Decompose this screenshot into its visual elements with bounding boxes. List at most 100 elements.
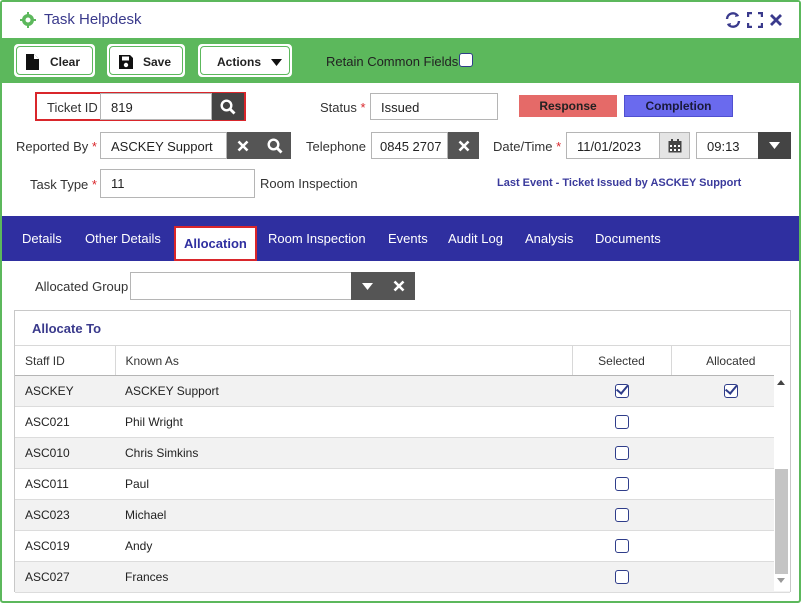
column-header-allocated[interactable]: Allocated (670, 345, 790, 376)
completion-button[interactable]: Completion (624, 95, 733, 117)
status-field[interactable]: Issued (370, 93, 498, 120)
table-row[interactable]: ASCKEY ASCKEY Support (15, 375, 790, 407)
clear-x-icon (393, 280, 405, 292)
known-as-cell: Michael (115, 499, 572, 531)
calendar-icon (668, 138, 681, 152)
selected-checkbox[interactable] (614, 477, 629, 492)
known-as-cell: Frances (115, 561, 572, 593)
allocated-group-clear-button[interactable] (383, 272, 415, 300)
save-button-label: Save (143, 55, 172, 69)
time-dropdown-button[interactable] (758, 132, 791, 159)
search-icon (266, 137, 282, 153)
tab-audit-log[interactable]: Audit Log (438, 216, 513, 261)
close-icon[interactable] (766, 10, 786, 30)
task-helpdesk-window: Task Helpdesk Clear Save Actions Retain … (0, 0, 801, 603)
staff-id-cell: ASC021 (15, 406, 115, 438)
table-row[interactable]: ASC019 Andy (15, 530, 790, 562)
tab-room-inspection[interactable]: Room Inspection (258, 216, 376, 261)
scroll-down-arrow-icon[interactable] (777, 578, 785, 583)
actions-button-label: Actions (217, 55, 262, 69)
known-as-cell: Paul (115, 468, 572, 500)
calendar-button[interactable] (659, 132, 690, 159)
refresh-icon[interactable] (723, 10, 743, 30)
actions-button[interactable]: Actions (196, 42, 294, 79)
staff-id-cell: ASC011 (15, 468, 115, 500)
reported-by-search-button[interactable] (258, 132, 291, 159)
search-icon (220, 98, 236, 114)
last-event-text: Last Event - Ticket Issued by ASCKEY Sup… (497, 177, 742, 189)
retain-common-fields-checkbox[interactable] (459, 53, 473, 67)
allocated-checkbox[interactable] (723, 384, 738, 399)
allocation-table: Staff ID Known As Selected Allocated ASC… (15, 345, 790, 593)
staff-id-cell: ASCKEY (15, 375, 115, 407)
selected-checkbox[interactable] (614, 415, 629, 430)
column-header-known-as[interactable]: Known As (114, 345, 572, 376)
caret-down-icon (361, 282, 373, 290)
status-label: Status * (320, 100, 366, 115)
app-logo-icon (20, 12, 36, 28)
tab-details[interactable]: Details (12, 216, 72, 261)
telephone-label: Telephone (306, 139, 366, 154)
tab-events[interactable]: Events (378, 216, 438, 261)
staff-id-cell: ASC023 (15, 499, 115, 531)
staff-id-cell: ASC019 (15, 530, 115, 562)
clear-button-label: Clear (50, 55, 81, 69)
save-icon (119, 55, 133, 69)
tab-documents[interactable]: Documents (585, 216, 671, 261)
save-button[interactable]: Save (105, 42, 187, 79)
scroll-up-arrow-icon[interactable] (777, 380, 785, 385)
retain-common-fields-label: Retain Common Fields (326, 54, 459, 69)
selected-checkbox[interactable] (614, 570, 629, 585)
ticket-id-input[interactable]: 819 (100, 93, 212, 120)
selected-checkbox[interactable] (614, 539, 629, 554)
tab-analysis[interactable]: Analysis (515, 216, 583, 261)
ticket-search-button[interactable] (212, 93, 244, 120)
table-row[interactable]: ASC027 Frances (15, 561, 790, 593)
tab-bar: Details Other Details Allocation Room In… (2, 216, 799, 261)
allocate-to-title: Allocate To (32, 321, 102, 336)
known-as-cell: Andy (115, 530, 572, 562)
date-input[interactable]: 11/01/2023 (566, 132, 660, 159)
task-type-description: Room Inspection (260, 176, 358, 191)
table-header-row: Staff ID Known As Selected Allocated (15, 345, 790, 376)
clear-button[interactable]: Clear (12, 42, 97, 79)
reported-by-clear-button[interactable] (227, 132, 258, 159)
response-button[interactable]: Response (519, 95, 617, 117)
known-as-cell: ASCKEY Support (115, 375, 572, 407)
table-row[interactable]: ASC010 Chris Simkins (15, 437, 790, 469)
table-row[interactable]: ASC021 Phil Wright (15, 406, 790, 438)
tab-allocation[interactable]: Allocation (174, 226, 257, 261)
clear-x-icon (458, 140, 469, 151)
task-type-input[interactable]: 11 (100, 169, 255, 198)
caret-down-icon (271, 59, 282, 66)
telephone-input[interactable]: 0845 2707 (371, 132, 448, 159)
selected-checkbox[interactable] (614, 446, 629, 461)
telephone-clear-button[interactable] (448, 132, 479, 159)
toolbar: Clear Save Actions Retain Common Fields (2, 38, 799, 83)
known-as-cell: Phil Wright (115, 406, 572, 438)
title-bar: Task Helpdesk (2, 2, 799, 38)
window-title: Task Helpdesk (44, 11, 142, 28)
selected-checkbox[interactable] (614, 508, 629, 523)
caret-down-icon (769, 142, 780, 149)
datetime-label: Date/Time * (493, 139, 562, 154)
time-input[interactable]: 09:13 (696, 132, 759, 159)
column-header-staff-id[interactable]: Staff ID (15, 345, 115, 376)
task-type-label: Task Type * (30, 177, 97, 192)
tab-other-details[interactable]: Other Details (75, 216, 171, 261)
table-row[interactable]: ASC011 Paul (15, 468, 790, 500)
allocated-group-dropdown-button[interactable] (351, 272, 383, 300)
table-scrollbar-thumb[interactable] (775, 469, 788, 574)
selected-checkbox[interactable] (614, 384, 629, 399)
allocate-to-panel: Allocate To Staff ID Known As Selected A… (14, 310, 791, 593)
maximize-icon[interactable] (745, 10, 765, 30)
known-as-cell: Chris Simkins (115, 437, 572, 469)
clear-x-icon (237, 140, 248, 151)
allocated-group-label: Allocated Group (35, 279, 129, 294)
column-header-selected[interactable]: Selected (571, 345, 671, 376)
reported-by-input[interactable]: ASCKEY Support (100, 132, 227, 159)
staff-id-cell: ASC010 (15, 437, 115, 469)
allocated-group-input[interactable] (130, 272, 352, 300)
document-icon (26, 54, 39, 70)
table-row[interactable]: ASC023 Michael (15, 499, 790, 531)
